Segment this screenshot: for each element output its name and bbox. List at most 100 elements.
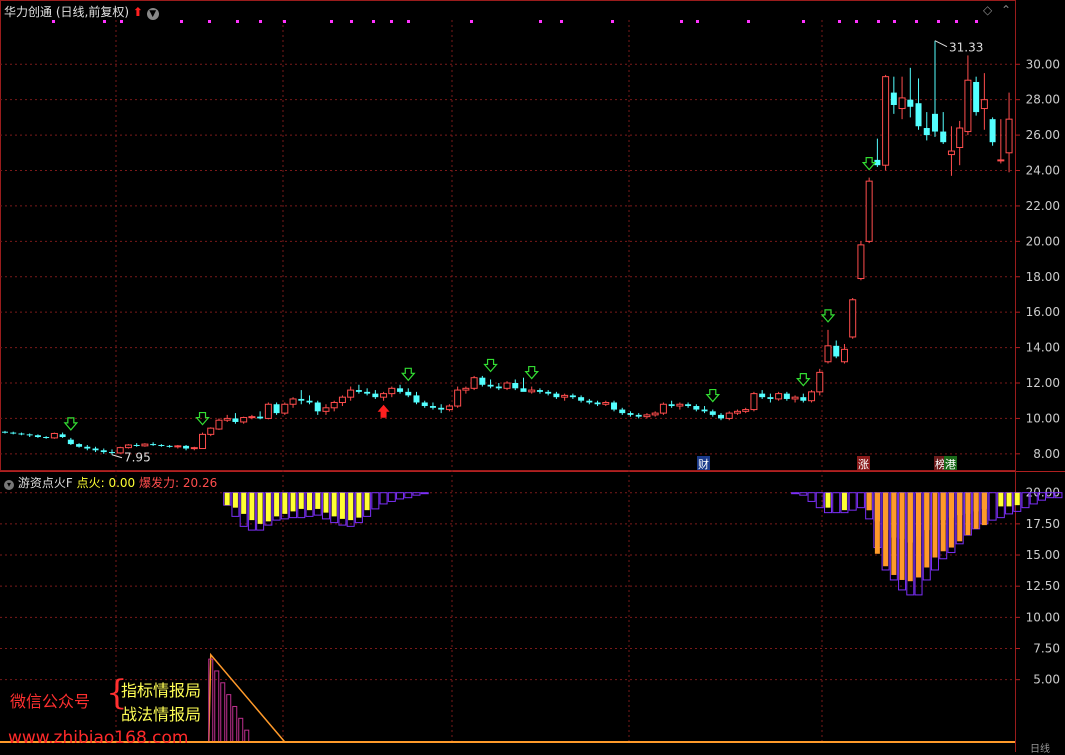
indicator-bar-orange xyxy=(981,492,987,526)
indicator-bar-outline xyxy=(396,492,405,500)
candle-body xyxy=(923,128,930,136)
candle-body xyxy=(659,403,667,414)
indicator-tick-label: 12.50 xyxy=(1026,579,1060,593)
indicator-bar-orange xyxy=(948,492,954,548)
chevron-down-icon[interactable]: ▼ xyxy=(146,8,159,20)
candle-body xyxy=(931,113,938,132)
candle xyxy=(586,398,593,405)
diamond-icon[interactable]: ◇ xyxy=(983,3,992,17)
indicator-bar-yellow xyxy=(249,492,255,521)
candle-body xyxy=(561,394,569,398)
candle xyxy=(503,381,511,391)
candle xyxy=(166,444,173,448)
candle-body xyxy=(882,76,890,166)
candle xyxy=(232,413,239,424)
signal-marker xyxy=(180,20,183,23)
y-tick-label: 16.00 xyxy=(1026,305,1060,319)
candle xyxy=(668,400,675,408)
candle xyxy=(602,400,610,407)
candle-body xyxy=(190,447,198,450)
indicator-bar-orange xyxy=(874,492,880,554)
candle-body xyxy=(742,409,750,412)
candle xyxy=(865,177,873,244)
candle-body xyxy=(67,439,74,445)
candle-body xyxy=(174,445,182,448)
candle xyxy=(397,384,404,394)
candle-body xyxy=(503,382,511,389)
candle xyxy=(289,397,297,408)
candle-body xyxy=(248,416,256,419)
candle-body xyxy=(997,159,1005,162)
indicator-tick-label: 5.00 xyxy=(1033,673,1060,687)
signal-marker xyxy=(52,20,55,23)
candle-body xyxy=(890,92,897,105)
candle xyxy=(701,406,708,414)
candle-body xyxy=(454,389,462,407)
candle-body xyxy=(240,417,248,423)
candle xyxy=(405,388,412,398)
candle-body xyxy=(59,434,66,438)
candle xyxy=(940,112,947,144)
candle xyxy=(207,427,215,437)
y-tick-label: 10.00 xyxy=(1026,411,1060,425)
candle xyxy=(808,390,816,403)
candle xyxy=(685,402,692,408)
candle xyxy=(50,432,58,439)
ignite-spike-bar xyxy=(238,717,244,743)
candle-body xyxy=(693,406,700,410)
candle xyxy=(347,386,355,401)
candle-body xyxy=(833,345,840,357)
ignite-spike-bar xyxy=(232,705,238,743)
candle xyxy=(421,400,428,408)
candle xyxy=(528,386,536,394)
indicator-tick-label: 10.00 xyxy=(1026,610,1060,624)
candle xyxy=(931,40,938,137)
signal-marker xyxy=(611,20,614,23)
candle-body xyxy=(26,434,33,436)
indicator-bar-orange xyxy=(907,492,913,582)
signal-marker xyxy=(283,20,286,23)
candle-body xyxy=(479,377,486,385)
candle-body xyxy=(462,387,470,391)
candle-body xyxy=(536,390,543,392)
candle-body xyxy=(783,393,790,399)
candle xyxy=(495,383,502,391)
signal-marker xyxy=(855,20,858,23)
candle xyxy=(973,76,980,116)
candle-body xyxy=(232,418,239,422)
expand-icon[interactable]: ⌃ xyxy=(1001,3,1011,17)
candle-body xyxy=(215,419,223,430)
up-arrow-icon: ⬆ xyxy=(132,5,143,19)
candle xyxy=(898,76,906,120)
signal-marker xyxy=(390,20,393,23)
candle-body xyxy=(199,433,207,450)
indicator-tick-label: 7.50 xyxy=(1033,642,1060,656)
candle-body xyxy=(429,406,436,408)
candle xyxy=(561,393,569,401)
indicator-bar-orange xyxy=(973,492,979,529)
candle xyxy=(759,390,766,399)
candle-body xyxy=(791,396,799,400)
ignite-spike-bar xyxy=(226,694,232,743)
candle xyxy=(956,120,964,166)
candle-body xyxy=(405,391,412,396)
candle-body xyxy=(141,443,149,447)
candle-body xyxy=(676,403,684,407)
indicator-bar-yellow xyxy=(348,492,354,521)
down-signal-arrow-icon xyxy=(861,156,877,171)
indicator-tick-label: 17.50 xyxy=(1026,517,1060,531)
candle-body xyxy=(314,402,321,412)
candle-body xyxy=(907,99,914,107)
candle-body xyxy=(372,393,379,398)
indicator-tick-label: 15.00 xyxy=(1026,548,1060,562)
candle xyxy=(174,444,182,449)
collapse-icon[interactable]: ▾ xyxy=(4,480,14,490)
candle-body xyxy=(651,412,659,416)
candle-body xyxy=(183,445,190,449)
indicator-name: 游资点火F xyxy=(17,476,73,490)
candle xyxy=(791,395,799,403)
candle-body xyxy=(487,384,494,387)
watermark-right-1: 指标情报局 xyxy=(121,681,202,700)
indicator-bar-yellow xyxy=(290,492,296,512)
candle xyxy=(479,375,486,387)
